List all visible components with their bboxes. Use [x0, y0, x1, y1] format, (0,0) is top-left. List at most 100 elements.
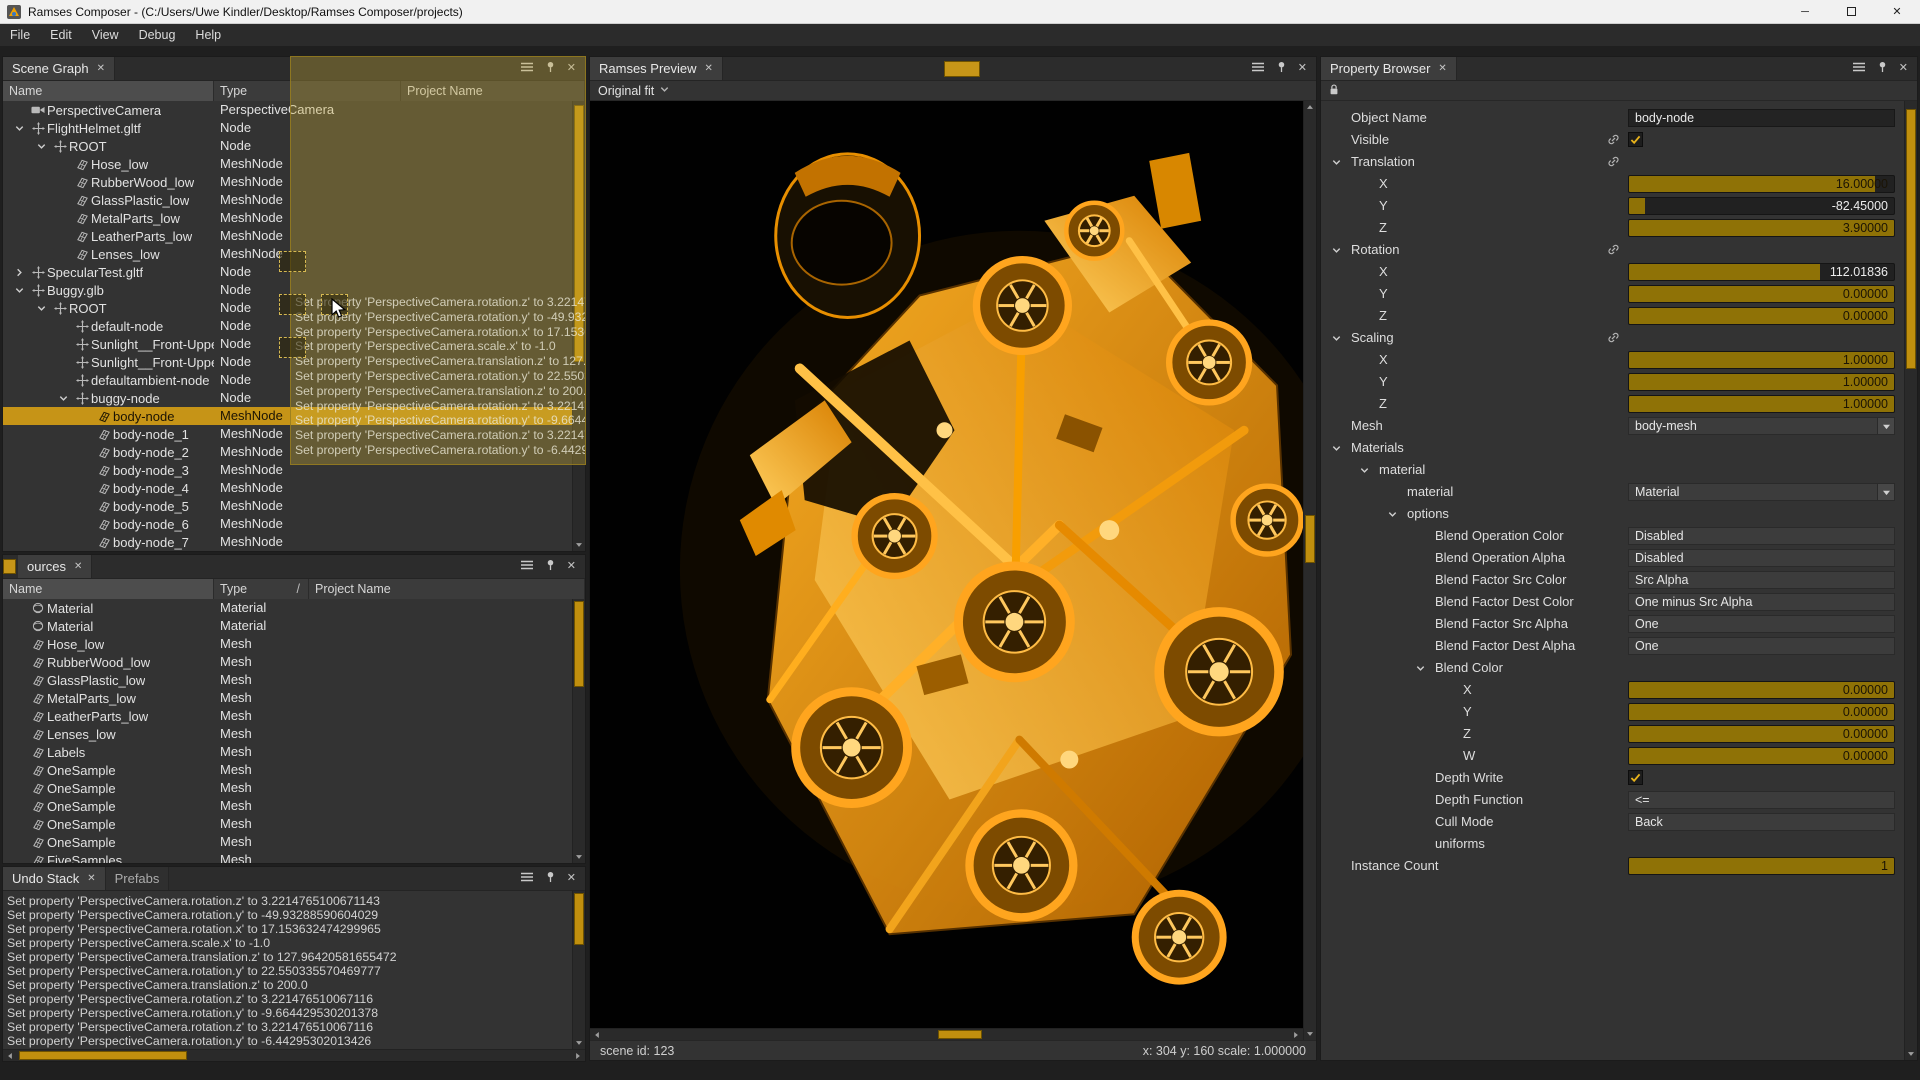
column-header-name[interactable]: Name [3, 579, 214, 599]
undo-entry[interactable]: Set property 'PerspectiveCamera.rotation… [7, 992, 572, 1006]
scroll-down-icon[interactable] [1304, 1028, 1316, 1040]
overlay-undo-entry[interactable]: Set property 'PerspectiveCamera.scale.x'… [295, 339, 585, 354]
value-slider[interactable]: 0.00000 [1628, 307, 1895, 325]
chevron-down-icon[interactable] [9, 285, 29, 296]
close-icon[interactable]: ✕ [97, 64, 105, 74]
pin-icon[interactable] [1877, 61, 1888, 76]
pin-icon[interactable] [545, 559, 556, 574]
value-slider[interactable]: 0.00000 [1628, 747, 1895, 765]
undo-entry[interactable]: Set property 'PerspectiveCamera.rotation… [7, 894, 572, 908]
tree-row[interactable]: OneSampleMesh [3, 815, 572, 833]
pin-icon[interactable] [1276, 61, 1287, 76]
scroll-left-icon[interactable] [3, 1050, 17, 1061]
tree-row[interactable]: MaterialMaterial [3, 599, 572, 617]
tab-prefabs[interactable]: Prefabs [106, 867, 170, 890]
value-slider[interactable]: 0.00000 [1628, 681, 1895, 699]
column-header-project-name[interactable]: Project Name [309, 579, 585, 599]
scroll-down-icon[interactable] [1905, 1048, 1917, 1060]
undo-entry[interactable]: Set property 'PerspectiveCamera.rotation… [7, 922, 572, 936]
close-icon[interactable]: ✕ [1298, 63, 1307, 74]
scroll-right-icon[interactable] [1289, 1029, 1303, 1040]
combo-box[interactable]: One [1628, 615, 1895, 633]
property-vscrollbar[interactable] [1904, 101, 1917, 1060]
tree-row[interactable]: Lenses_lowMesh [3, 725, 572, 743]
overlay-undo-entry[interactable]: Set property 'PerspectiveCamera.rotation… [295, 443, 585, 458]
tree-row[interactable]: OneSampleMesh [3, 797, 572, 815]
value-slider[interactable]: 1 [1628, 857, 1895, 875]
chevron-down-icon[interactable] [1331, 442, 1342, 457]
undo-entry[interactable]: Set property 'PerspectiveCamera.translat… [7, 978, 572, 992]
close-icon[interactable]: ✕ [567, 873, 576, 884]
overlay-undo-entry[interactable]: Set property 'PerspectiveCamera.rotation… [295, 413, 585, 428]
chevron-down-icon[interactable] [1331, 244, 1342, 259]
value-slider[interactable]: 112.01836 [1628, 263, 1895, 281]
combo-box[interactable]: Disabled [1628, 527, 1895, 545]
menu-debug[interactable]: Debug [129, 24, 186, 46]
chevron-down-icon[interactable] [1359, 464, 1370, 479]
undo-hscrollbar[interactable] [3, 1049, 585, 1061]
tree-row[interactable]: OneSampleMesh [3, 761, 572, 779]
menu-edit[interactable]: Edit [40, 24, 82, 46]
undo-entry[interactable]: Set property 'PerspectiveCamera.rotation… [7, 1034, 572, 1048]
scroll-down-icon[interactable] [573, 1037, 585, 1049]
tree-row[interactable]: OneSampleMesh [3, 833, 572, 851]
value-slider[interactable]: 0.00000 [1628, 285, 1895, 303]
scrollbar-thumb[interactable] [1305, 515, 1315, 563]
overlay-undo-entry[interactable]: Set property 'PerspectiveCamera.rotation… [295, 428, 585, 443]
chevron-down-icon[interactable] [1331, 332, 1342, 347]
tree-row[interactable]: FiveSamplesMesh [3, 851, 572, 863]
column-header-name[interactable]: Name [3, 81, 214, 101]
tree-row[interactable]: MetalParts_lowMesh [3, 689, 572, 707]
combo-box[interactable]: Material [1628, 483, 1895, 501]
checkbox[interactable] [1628, 132, 1643, 147]
preview-render[interactable] [590, 101, 1303, 1028]
tree-row[interactable]: MaterialMaterial [3, 617, 572, 635]
overlay-undo-entry[interactable]: Set property 'PerspectiveCamera.rotation… [295, 369, 585, 384]
menu-file[interactable]: File [0, 24, 40, 46]
combo-box[interactable]: Disabled [1628, 549, 1895, 567]
tree-row[interactable]: body-node_4MeshNode [3, 479, 572, 497]
scrollbar-thumb[interactable] [574, 893, 584, 945]
lock-icon[interactable] [1328, 83, 1340, 99]
tab-undo-stack[interactable]: Undo Stack ✕ [3, 867, 106, 890]
panel-menu-icon[interactable] [1251, 61, 1265, 76]
undo-entry[interactable]: Set property 'PerspectiveCamera.rotation… [7, 908, 572, 922]
scroll-down-icon[interactable] [573, 539, 585, 551]
value-slider[interactable]: 0.00000 [1628, 703, 1895, 721]
close-icon[interactable]: ✕ [1438, 64, 1446, 74]
preview-hscrollbar[interactable] [590, 1028, 1303, 1040]
combo-box[interactable]: Back [1628, 813, 1895, 831]
value-slider[interactable]: 16.00000 [1628, 175, 1895, 193]
preview-vscrollbar[interactable] [1303, 101, 1316, 1040]
overlay-undo-entry[interactable]: Set property 'PerspectiveCamera.rotation… [295, 325, 585, 340]
chevron-down-icon[interactable] [1331, 156, 1342, 171]
resources-vscrollbar[interactable] [572, 599, 585, 863]
panel-menu-icon[interactable] [520, 871, 534, 886]
tab-scene-graph[interactable]: Scene Graph ✕ [3, 57, 115, 80]
chevron-down-icon[interactable] [31, 303, 51, 314]
chevron-down-icon[interactable] [31, 141, 51, 152]
scrollbar-thumb[interactable] [574, 601, 584, 687]
chevron-down-icon[interactable] [9, 123, 29, 134]
close-icon[interactable]: ✕ [74, 562, 82, 572]
undo-entry[interactable]: Set property 'PerspectiveCamera.translat… [7, 950, 572, 964]
tree-row[interactable]: body-node_7MeshNode [3, 533, 572, 551]
checkbox[interactable] [1628, 770, 1643, 785]
pin-icon[interactable] [545, 871, 556, 886]
dock-handle[interactable] [944, 61, 980, 77]
undo-entry[interactable]: Set property 'PerspectiveCamera.scale.x'… [7, 936, 572, 950]
combo-box[interactable]: Src Alpha [1628, 571, 1895, 589]
tab-resources[interactable]: ources ✕ [18, 555, 92, 578]
tree-row[interactable]: body-node_6MeshNode [3, 515, 572, 533]
scroll-left-icon[interactable] [590, 1029, 604, 1040]
tab-property-browser[interactable]: Property Browser ✕ [1321, 57, 1457, 80]
chevron-right-icon[interactable] [9, 267, 29, 278]
chevron-down-icon[interactable] [1415, 662, 1426, 677]
tree-row[interactable]: LeatherParts_lowMesh [3, 707, 572, 725]
tree-row[interactable]: OneSampleMesh [3, 779, 572, 797]
close-icon[interactable]: ✕ [1899, 63, 1908, 74]
combo-box[interactable]: One [1628, 637, 1895, 655]
overlay-undo-entry[interactable]: Set property 'PerspectiveCamera.translat… [295, 354, 585, 369]
scroll-up-icon[interactable] [1304, 101, 1316, 113]
tree-row[interactable]: body-node_5MeshNode [3, 497, 572, 515]
